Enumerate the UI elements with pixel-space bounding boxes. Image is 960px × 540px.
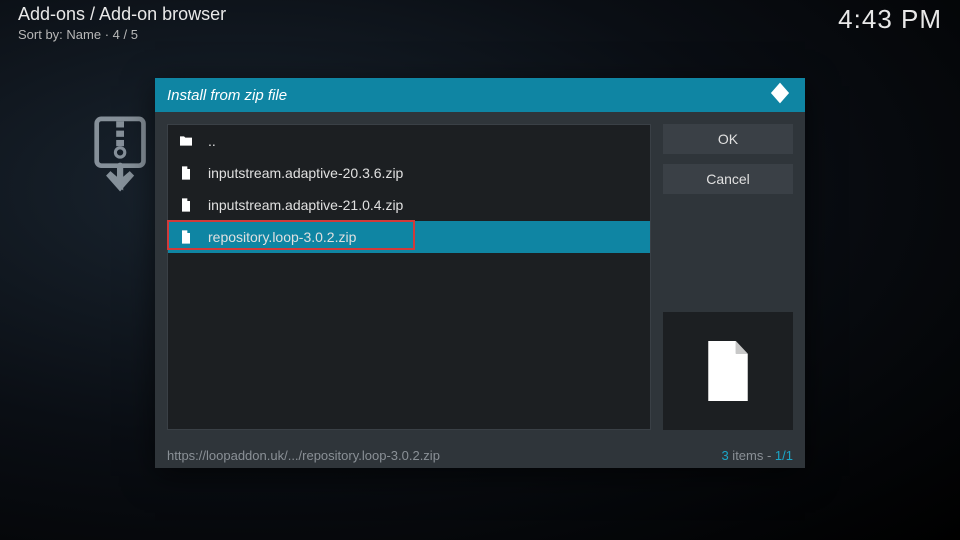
zip-download-icon [85,115,163,193]
item-label: items - [729,448,775,463]
file-item-label: repository.loop-3.0.2.zip [208,229,356,245]
cancel-button[interactable]: Cancel [663,164,793,194]
dialog-body: .. inputstream.adaptive-20.3.6.zip inputst… [155,112,805,442]
file-item[interactable]: repository.loop-3.0.2.zip [168,221,650,253]
folder-icon [178,133,194,149]
file-icon [178,197,194,213]
file-item[interactable]: inputstream.adaptive-20.3.6.zip [168,157,650,189]
dialog-header: Install from zip file [155,78,805,112]
dialog-footer: https://loopaddon.uk/.../repository.loop… [155,442,805,468]
file-item[interactable]: inputstream.adaptive-21.0.4.zip [168,189,650,221]
breadcrumb-area: Add-ons / Add-on browser Sort by: Name ·… [18,4,226,42]
file-icon [178,229,194,245]
file-item-label: inputstream.adaptive-21.0.4.zip [208,197,403,213]
install-zip-dialog: Install from zip file .. inputstream.adap… [155,78,805,468]
breadcrumb: Add-ons / Add-on browser [18,4,226,25]
file-item-label: inputstream.adaptive-20.3.6.zip [208,165,403,181]
footer-count: 3 items - 1/1 [721,448,793,463]
sort-line: Sort by: Name · 4 / 5 [18,27,226,42]
side-panel: OK Cancel [663,124,793,430]
kodi-logo-icon [767,80,793,111]
file-item-label: .. [208,133,216,149]
topbar: Add-ons / Add-on browser Sort by: Name ·… [18,4,942,42]
file-list[interactable]: .. inputstream.adaptive-20.3.6.zip inputst… [167,124,651,430]
file-item[interactable]: .. [168,125,650,157]
dialog-title: Install from zip file [167,87,287,104]
item-count: 3 [721,448,728,463]
page-index: 1/1 [775,448,793,463]
file-preview-icon [704,341,752,401]
footer-path: https://loopaddon.uk/.../repository.loop… [167,448,440,463]
ok-button[interactable]: OK [663,124,793,154]
clock: 4:43 PM [838,4,942,35]
preview-box [663,312,793,430]
file-icon [178,165,194,181]
